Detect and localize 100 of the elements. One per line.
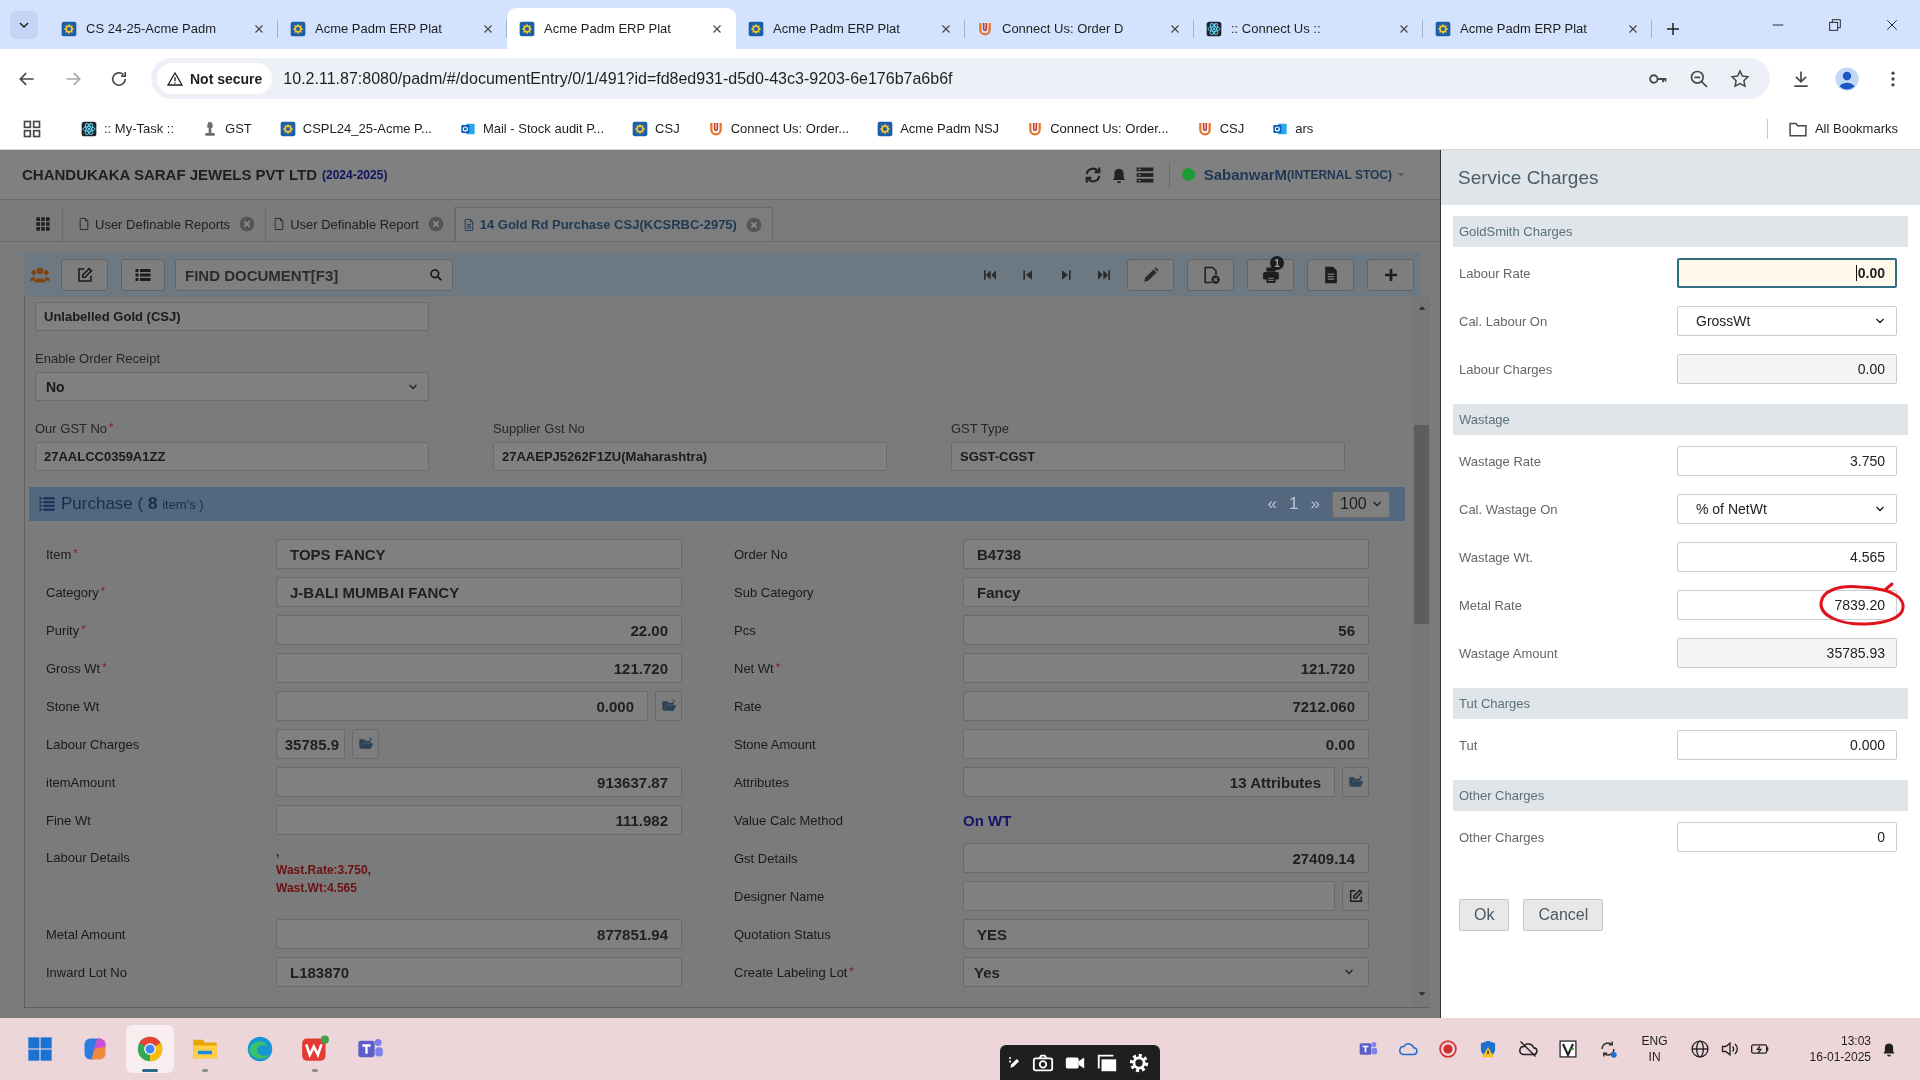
pen-icon[interactable] [1008, 1055, 1022, 1070]
browser-tab[interactable]: Acme Padm ERP Plat [1423, 8, 1652, 49]
search-icon[interactable] [429, 268, 443, 282]
folder-button[interactable] [655, 691, 682, 721]
speaker-icon[interactable] [1719, 1039, 1740, 1059]
page-size-dropdown[interactable]: 100 [1332, 490, 1390, 518]
add-button[interactable] [1367, 259, 1414, 291]
text-field[interactable]: B4738 [963, 539, 1369, 569]
input-field[interactable]: 0.00 [1677, 258, 1897, 288]
folder-button[interactable] [352, 729, 379, 759]
readonly-field[interactable]: 35785.93 [1677, 638, 1897, 668]
browser-tab[interactable]: Acme Padm ERP Plat [507, 8, 736, 49]
bookmark[interactable]: ars [1264, 113, 1322, 144]
dropdown[interactable]: No [35, 372, 429, 401]
bookmark[interactable]: :: My-Task :: [73, 113, 183, 144]
number-field[interactable]: 877851.94 [276, 919, 682, 949]
number-field[interactable]: 0.00 [963, 729, 1369, 759]
text-field[interactable]: TOPS FANCY [276, 539, 682, 569]
close-tab-icon[interactable] [745, 216, 762, 233]
dropdown[interactable]: Yes [963, 957, 1369, 987]
browser-tab[interactable]: Connect Us: Order D [965, 8, 1194, 49]
number-field[interactable]: 13 Attributes [963, 767, 1335, 797]
bookmark[interactable]: Connect Us: Order... [1019, 113, 1177, 144]
input-field[interactable]: 4.565 [1677, 542, 1897, 572]
globe-icon[interactable] [1689, 1039, 1710, 1059]
taskbar-app[interactable] [126, 1025, 174, 1073]
apps-icon[interactable] [22, 118, 42, 139]
edit-button[interactable] [61, 259, 108, 291]
input-field[interactable]: 0 [1677, 822, 1897, 852]
language-indicator[interactable]: ENG IN [1641, 1033, 1668, 1065]
close-tab-icon[interactable] [427, 216, 444, 232]
close-tab-icon[interactable] [239, 216, 256, 232]
folder-button[interactable] [1342, 767, 1369, 797]
cancel-button[interactable]: Cancel [1523, 899, 1604, 931]
text-field[interactable]: 27AAEPJ5262F1ZU(Maharashtra) [493, 442, 887, 471]
input-field[interactable]: 3.750 [1677, 446, 1897, 476]
bookmark[interactable]: CSJ [1188, 113, 1253, 144]
text-field[interactable]: Fancy [963, 577, 1369, 607]
bookmark[interactable]: Connect Us: Order... [699, 113, 858, 144]
number-field[interactable]: 0.000 [276, 691, 648, 721]
page-number[interactable]: 1 [1289, 494, 1299, 514]
previous-page-link[interactable]: « [1267, 494, 1278, 514]
letter-v-icon[interactable] [1557, 1039, 1578, 1059]
number-field[interactable]: 913637.87 [276, 767, 682, 797]
browser-tab[interactable]: CS 24-25-Acme Padm [49, 8, 278, 49]
number-field[interactable]: 22.00 [276, 615, 682, 645]
number-field[interactable]: 56 [963, 615, 1369, 645]
text-field[interactable]: Unlabelled Gold (CSJ) [35, 302, 429, 331]
number-field[interactable]: 35785.9 [276, 729, 345, 759]
number-field[interactable]: 121.720 [276, 653, 682, 683]
search-field[interactable]: FIND DOCUMENT[F3] [175, 259, 453, 291]
record-icon[interactable] [1437, 1039, 1458, 1059]
text-field[interactable]: J-BALI MUMBAI FANCY [276, 577, 682, 607]
number-field[interactable]: 27409.14 [963, 843, 1369, 873]
next-page-link[interactable]: » [1310, 494, 1320, 514]
restore-icon[interactable] [1826, 16, 1843, 33]
bookmark[interactable]: CSPL24_25-Acme P... [271, 113, 440, 144]
security-chip[interactable]: Not secure [157, 63, 273, 94]
dropdown[interactable]: GrossWt [1677, 306, 1897, 336]
url-field[interactable]: Not secure 10.2.11.87:8080/padm/#/documentEntry/0/1/491?id=fd8ed931-d5d0-43c3-9203-6e176b7a6b6f [151, 58, 1770, 99]
cloud-off-icon[interactable] [1517, 1039, 1538, 1059]
settings-icon[interactable] [1128, 1051, 1150, 1074]
edit-button[interactable] [1342, 881, 1369, 911]
user-menu[interactable]: SabanwarM(INTERNAL STOC) [1203, 166, 1406, 183]
input-field[interactable]: 0.000 [1677, 730, 1897, 760]
grid-menu-icon[interactable] [35, 216, 51, 232]
first-record-icon[interactable] [982, 267, 998, 283]
bookmark[interactable]: Acme Padm NSJ [869, 113, 1008, 144]
document-button[interactable] [1307, 259, 1354, 291]
number-field[interactable]: 7212.060 [963, 691, 1369, 721]
scroll-thumb[interactable] [1414, 425, 1429, 624]
print-button[interactable]: 1 [1247, 259, 1294, 291]
number-field[interactable]: 121.720 [963, 653, 1369, 683]
document-tab[interactable]: User Definable Reports [71, 207, 267, 241]
star-icon[interactable] [1730, 68, 1750, 89]
bookmark[interactable]: Mail - Stock audit P... [451, 113, 613, 144]
bookmark[interactable]: GST [194, 113, 260, 144]
text-field[interactable]: 27AALCC0359A1ZZ [35, 442, 429, 471]
tab-list-button[interactable] [10, 10, 38, 39]
scrollbar[interactable] [1413, 297, 1430, 1007]
browser-tab[interactable]: Acme Padm ERP Plat [736, 8, 965, 49]
browser-tab[interactable]: :: Connect Us :: [1194, 8, 1423, 49]
text-field[interactable]: SGST-CGST [951, 442, 1345, 471]
profile-icon[interactable] [1835, 66, 1859, 91]
clock[interactable]: 13:03 16-01-2025 [1809, 1033, 1871, 1065]
pencil-button[interactable] [1127, 259, 1174, 291]
text-field[interactable]: L183870 [276, 957, 682, 987]
browser-tab[interactable]: Acme Padm ERP Plat [278, 8, 507, 49]
document-tab[interactable]: User Definable Report [266, 207, 455, 241]
bookmark[interactable]: CSJ [624, 113, 688, 144]
input-field[interactable]: 7839.20 [1677, 590, 1897, 620]
cancel-document-button[interactable] [1187, 259, 1234, 291]
number-field[interactable]: 111.982 [276, 805, 682, 835]
all-bookmarks-button[interactable]: All Bookmarks [1779, 113, 1906, 144]
ok-button[interactable]: Ok [1459, 899, 1510, 931]
dropdown[interactable]: % of NetWt [1677, 494, 1897, 524]
readonly-field[interactable]: 0.00 [1677, 354, 1897, 384]
last-record-icon[interactable] [1096, 267, 1112, 283]
text-field[interactable]: YES [963, 919, 1369, 949]
list-button[interactable] [121, 259, 165, 291]
